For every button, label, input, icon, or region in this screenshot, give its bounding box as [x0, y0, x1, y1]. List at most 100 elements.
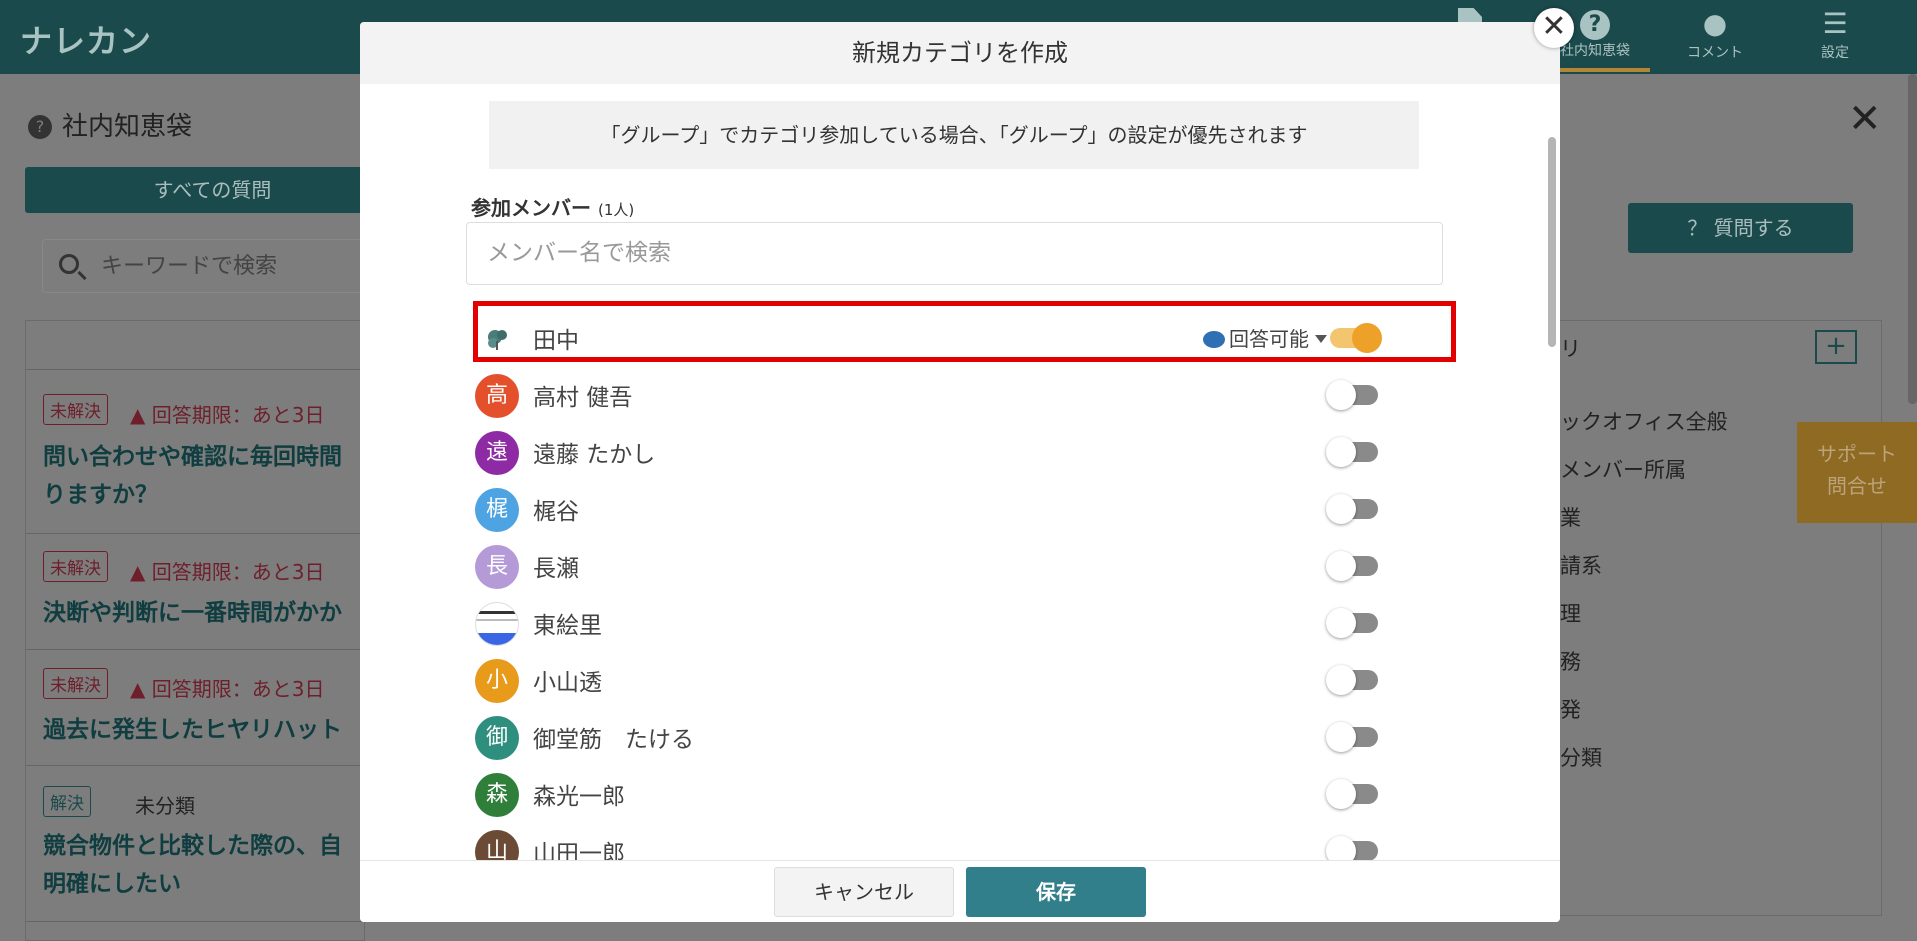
- member-row[interactable]: 東絵里: [475, 594, 1435, 650]
- member-row[interactable]: 御 御堂筋 たける: [475, 708, 1435, 764]
- page-title-text: 社内知恵袋: [62, 112, 193, 142]
- member-row[interactable]: 高 高村 健吾: [475, 366, 1435, 422]
- member-name: 東絵里: [533, 613, 602, 639]
- divider: [26, 533, 366, 534]
- comment-icon: ●: [1702, 7, 1728, 40]
- category-item[interactable]: ックオフィス全般: [1560, 406, 1728, 436]
- member-name: 御堂筋 たける: [533, 727, 694, 753]
- category-panel-header: リ: [1560, 337, 1581, 361]
- member-toggle[interactable]: [1326, 380, 1378, 410]
- category-item[interactable]: 請系: [1560, 550, 1602, 580]
- category-label: 未分類: [135, 794, 195, 818]
- page-scrollbar[interactable]: [1908, 74, 1917, 404]
- member-row[interactable]: 遠 遠藤 たかし: [475, 423, 1435, 479]
- member-row[interactable]: 山 山田一郎: [475, 822, 1435, 860]
- divider: [26, 369, 366, 370]
- close-icon[interactable]: ✕: [1848, 96, 1882, 142]
- question-title[interactable]: 過去に発生したヒヤリハット: [43, 711, 342, 749]
- page-title: ? 社内知恵袋: [28, 106, 192, 143]
- member-row[interactable]: 森 森光一郎: [475, 765, 1435, 821]
- member-row[interactable]: 長 長瀬: [475, 537, 1435, 593]
- category-item[interactable]: 分類: [1560, 742, 1602, 772]
- member-name: 梶谷: [533, 499, 579, 525]
- modal-scrollbar[interactable]: [1548, 137, 1556, 347]
- nav-comment[interactable]: ● コメント: [1660, 6, 1770, 62]
- category-item[interactable]: 発: [1560, 694, 1581, 724]
- question-title-line: りますか？: [43, 482, 158, 508]
- support-button[interactable]: サポート 問合せ: [1797, 422, 1917, 523]
- member-name: 小山透: [533, 670, 602, 696]
- help-icon: ?: [1580, 10, 1610, 40]
- toggle-knob: [1326, 608, 1356, 638]
- avatar: 御: [475, 716, 519, 760]
- avatar: [475, 602, 519, 646]
- modal-title: 新規カテゴリを作成: [360, 22, 1560, 84]
- keyword-placeholder: キーワードで検索: [101, 254, 278, 279]
- member-toggle[interactable]: [1326, 494, 1378, 524]
- deadline-warning: ▲ 回答期限：あと3日: [130, 403, 325, 427]
- category-item[interactable]: メンバー所属: [1560, 454, 1686, 484]
- highlight-box: [473, 301, 1456, 362]
- member-name: 長瀬: [533, 556, 579, 582]
- toggle-knob: [1326, 437, 1356, 467]
- member-toggle[interactable]: [1326, 779, 1378, 809]
- member-row[interactable]: 小 小山透: [475, 651, 1435, 707]
- deadline-warning: ▲ 回答期限：あと3日: [130, 560, 325, 584]
- support-line: サポート: [1817, 442, 1897, 466]
- keyword-search-input[interactable]: キーワードで検索: [42, 239, 382, 293]
- deadline-text: 回答期限：あと3日: [151, 560, 325, 584]
- member-search-input[interactable]: メンバー名で検索: [466, 222, 1443, 285]
- avatar-image-band: [476, 633, 518, 645]
- member-toggle[interactable]: [1326, 551, 1378, 581]
- category-item[interactable]: 理: [1560, 598, 1581, 628]
- deadline-warning: ▲ 回答期限：あと3日: [130, 677, 325, 701]
- ask-question-button[interactable]: ？ 質問する: [1628, 203, 1853, 253]
- question-title-line: 明確にしたい: [43, 871, 181, 897]
- deadline-text: 回答期限：あと3日: [151, 403, 325, 427]
- avatar: 森: [475, 773, 519, 817]
- avatar: 遠: [475, 431, 519, 475]
- avatar-image-stripe: [476, 619, 518, 621]
- cancel-button[interactable]: キャンセル: [774, 867, 954, 917]
- toggle-knob: [1326, 779, 1356, 809]
- category-item[interactable]: 業: [1560, 502, 1581, 532]
- status-badge: 未解決: [43, 668, 108, 699]
- toggle-knob: [1326, 551, 1356, 581]
- add-category-button[interactable]: +: [1815, 330, 1857, 364]
- menu-icon: ☰: [1822, 7, 1848, 40]
- member-toggle[interactable]: [1326, 665, 1378, 695]
- member-toggle[interactable]: [1326, 836, 1378, 860]
- member-name: 遠藤 たかし: [533, 442, 656, 468]
- modal-close-button[interactable]: ✕: [1534, 8, 1574, 48]
- support-line: 問合せ: [1827, 474, 1887, 498]
- divider: [26, 921, 366, 922]
- avatar: 高: [475, 374, 519, 418]
- question-title[interactable]: 競合物件と比較した際の、自 明確にしたい: [43, 827, 342, 903]
- group-priority-notice: 「グループ」でカテゴリ参加している場合、「グループ」の設定が優先されます: [489, 101, 1419, 169]
- members-count: (1人): [597, 201, 635, 219]
- member-row[interactable]: 梶 梶谷: [475, 480, 1435, 536]
- help-icon: ?: [28, 115, 52, 139]
- nav-settings[interactable]: ☰ 設定: [1780, 6, 1890, 62]
- member-toggle[interactable]: [1326, 608, 1378, 638]
- save-button[interactable]: 保存: [966, 867, 1146, 917]
- toggle-knob: [1326, 665, 1356, 695]
- member-name: 高村 健吾: [533, 385, 633, 411]
- status-badge: 未解決: [43, 394, 108, 425]
- members-label-text: 参加メンバー: [471, 196, 591, 220]
- app-logo[interactable]: ナレカン: [20, 16, 152, 62]
- member-toggle[interactable]: [1326, 437, 1378, 467]
- member-toggle[interactable]: [1326, 722, 1378, 752]
- member-name: 森光一郎: [533, 784, 625, 810]
- deadline-text: 回答期限：あと3日: [151, 677, 325, 701]
- tab-all-questions[interactable]: すべての質問: [25, 167, 400, 213]
- toggle-knob: [1326, 722, 1356, 752]
- avatar: 山: [475, 830, 519, 860]
- member-name: 山田一郎: [533, 841, 625, 860]
- question-title-line: 競合物件と比較した際の、自: [43, 833, 342, 859]
- question-title[interactable]: 決断や判断に一番時間がかか: [43, 594, 342, 632]
- category-item[interactable]: 務: [1560, 646, 1581, 676]
- status-badge: 未解決: [43, 551, 108, 582]
- question-title[interactable]: 問い合わせや確認に毎回時間 りますか？: [43, 438, 342, 514]
- toggle-knob: [1326, 494, 1356, 524]
